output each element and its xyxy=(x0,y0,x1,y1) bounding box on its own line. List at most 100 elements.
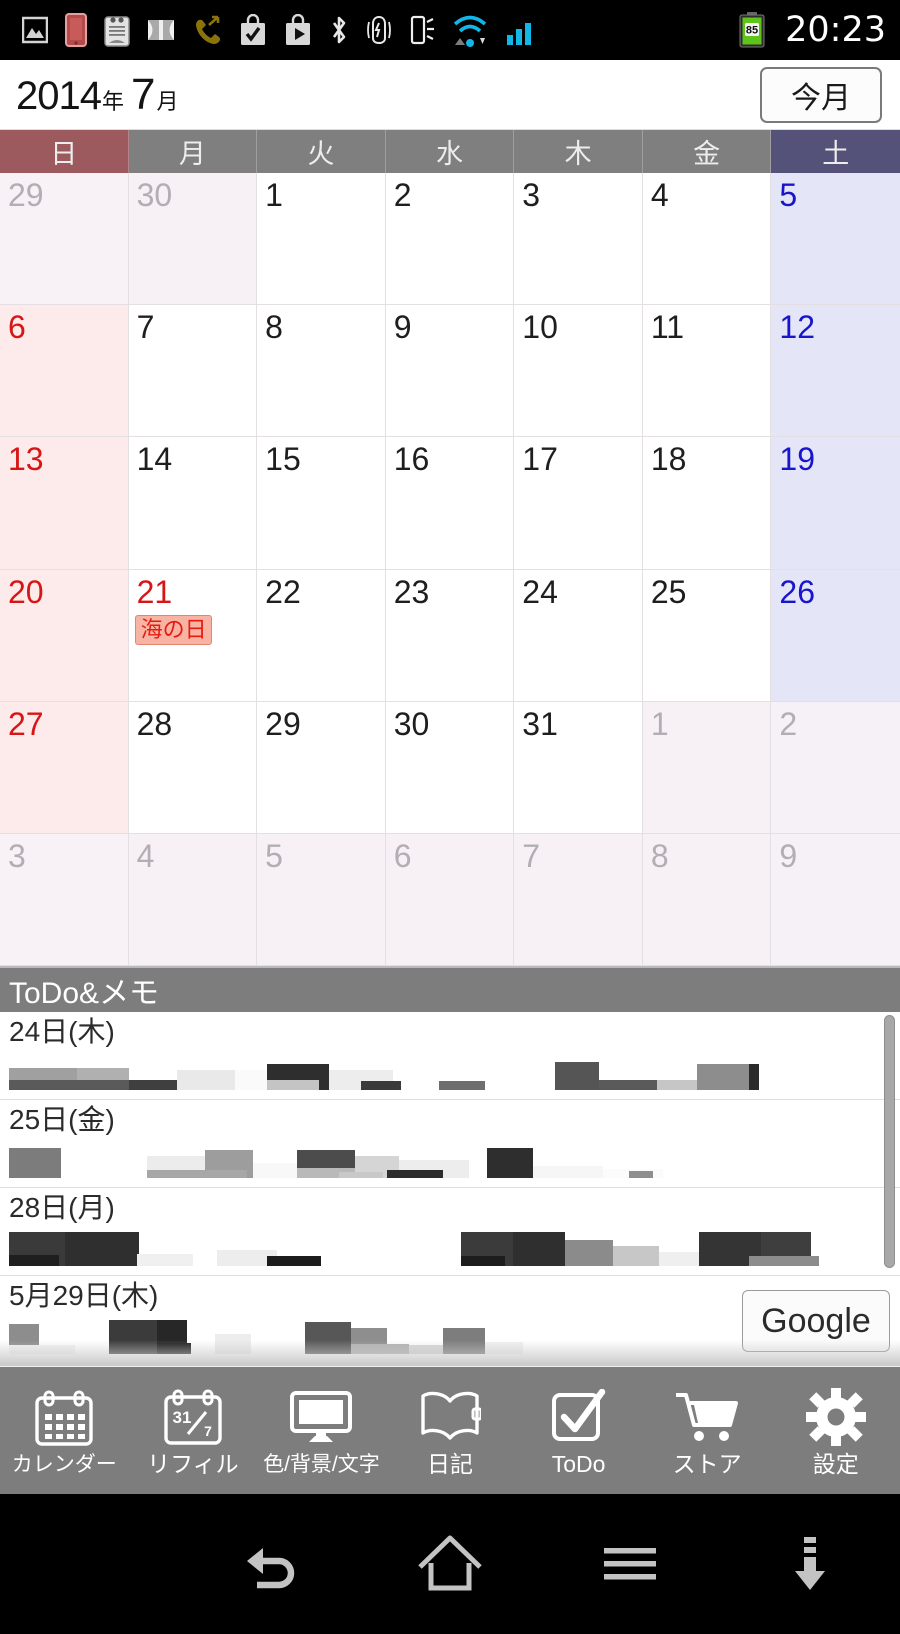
calendar-day-cell[interactable]: 18 xyxy=(642,437,772,570)
day-number: 4 xyxy=(650,177,669,213)
calendar-day-cell[interactable]: 8 xyxy=(257,305,386,438)
calendar-day-cell[interactable]: 28 xyxy=(128,701,258,834)
holiday-badge: 海の日 xyxy=(134,614,212,646)
calendar-day-cell[interactable]: 8 xyxy=(642,833,772,966)
download-arrow-icon xyxy=(795,1537,825,1590)
calendar-day-cell[interactable]: 13 xyxy=(0,437,129,570)
day-number: 2 xyxy=(779,705,798,742)
calendar-day-cell[interactable]: 2 xyxy=(771,701,900,834)
calendar-day-cell[interactable]: 25 xyxy=(642,569,772,702)
todo-item-redacted-content xyxy=(9,1227,900,1270)
battery-percent-label: 85 xyxy=(746,25,758,37)
calendar-day-cell[interactable]: 1 xyxy=(257,173,386,306)
calendar-day-cell[interactable]: 17 xyxy=(514,437,643,570)
day-number: 24 xyxy=(522,573,558,610)
calendar-day-cell[interactable]: 30 xyxy=(128,173,258,306)
todo-item-redacted-content xyxy=(9,1139,900,1182)
weekday-header-wd-3: 水 xyxy=(385,130,515,173)
calendar-day-cell[interactable]: 21 海の日 xyxy=(128,569,258,702)
monitor-icon xyxy=(289,1386,353,1450)
redacted-block xyxy=(487,1147,533,1178)
calendar-day-cell[interactable]: 15 xyxy=(257,437,386,570)
svg-text:31: 31 xyxy=(172,1408,191,1427)
weekday-header-wd-5: 金 xyxy=(642,130,772,173)
calendar-day-cell[interactable]: 23 xyxy=(385,569,515,702)
app-toolbar[interactable]: カレンダー 31 7 リフィル 色/背景/文字 日記 ToDo ストア 設定 xyxy=(0,1366,900,1494)
todo-list-item[interactable]: 25日(金) xyxy=(0,1100,900,1188)
redacted-block xyxy=(267,1079,319,1090)
day-number: 27 xyxy=(8,705,44,742)
page-title[interactable]: 2014 年 7 月 xyxy=(16,70,179,120)
calendar-day-cell[interactable]: 1 xyxy=(642,701,772,834)
calendar-day-cell[interactable]: 9 xyxy=(771,833,900,966)
home-icon xyxy=(418,1535,482,1591)
day-number: 30 xyxy=(136,177,173,213)
this-month-button[interactable]: 今月 xyxy=(760,67,882,123)
nav-back-button[interactable] xyxy=(180,1534,360,1594)
day-number: 6 xyxy=(8,309,26,346)
toolbar-item-gear[interactable]: 設定 xyxy=(771,1367,900,1494)
redacted-block xyxy=(461,1255,505,1266)
toolbar-item-label: カレンダー xyxy=(11,1453,117,1476)
panorama-icon xyxy=(148,20,174,40)
calendar-day-cell[interactable]: 27 xyxy=(0,701,129,834)
refill-calendar-icon: 31 7 xyxy=(162,1385,224,1449)
calendar-day-cell[interactable]: 20 xyxy=(0,569,129,702)
toolbar-item-book[interactable]: 日記 xyxy=(386,1367,515,1494)
android-nav-bar[interactable] xyxy=(0,1494,900,1634)
calendar-day-cell[interactable]: 7 xyxy=(128,305,258,438)
calendar-day-cell[interactable]: 3 xyxy=(0,833,129,966)
calendar-day-cell[interactable]: 24 xyxy=(514,569,643,702)
nav-download-button[interactable] xyxy=(720,1536,900,1592)
day-number: 30 xyxy=(393,705,430,742)
calendar-day-cell[interactable]: 19 xyxy=(771,437,900,570)
day-number: 12 xyxy=(779,309,816,346)
status-bar-clock: 20:23 xyxy=(785,10,886,50)
calendar-day-cell[interactable]: 2 xyxy=(385,173,515,306)
redacted-block xyxy=(599,1079,659,1090)
calendar-day-cell[interactable]: 31 xyxy=(514,701,643,834)
calendar-day-cell[interactable]: 30 xyxy=(385,701,515,834)
todo-list-item[interactable]: 24日(木) xyxy=(0,1012,900,1100)
nav-menu-button[interactable] xyxy=(540,1539,720,1589)
day-number: 3 xyxy=(522,177,541,213)
calendar-day-cell[interactable]: 29 xyxy=(257,701,386,834)
calendar-day-cell[interactable]: 9 xyxy=(385,305,515,438)
redacted-block xyxy=(137,1253,193,1266)
todo-scrollbar[interactable] xyxy=(884,1015,895,1268)
calendar-day-cell[interactable]: 4 xyxy=(642,173,772,306)
calendar-day-cell[interactable]: 6 xyxy=(0,305,129,438)
calendar-day-cell[interactable]: 10 xyxy=(514,305,643,438)
calendar-day-cell[interactable]: 5 xyxy=(771,173,900,306)
toolbar-item-refill-calendar[interactable]: 31 7 リフィル xyxy=(129,1367,258,1494)
toolbar-item-label: リフィル xyxy=(147,1451,239,1477)
toolbar-item-label: ストア xyxy=(672,1451,742,1477)
calendar-day-cell[interactable]: 26 xyxy=(771,569,900,702)
calendar-grid[interactable]: 29 30 1 2 3 4 5 6 7 8 9 10 11 12 13 14 15 16 17 18 19 20 21 海の日… xyxy=(0,173,900,968)
day-number: 19 xyxy=(779,441,816,478)
calendar-day-cell[interactable]: 22 xyxy=(257,569,386,702)
toolbar-item-monitor[interactable]: 色/背景/文字 xyxy=(257,1367,386,1494)
day-number: 8 xyxy=(650,837,669,874)
calendar-day-cell[interactable]: 6 xyxy=(385,833,515,966)
todo-list-item[interactable]: 28日(月) xyxy=(0,1188,900,1276)
calendar-day-cell[interactable]: 14 xyxy=(128,437,258,570)
calendar-day-cell[interactable]: 11 xyxy=(642,305,772,438)
calendar-day-cell[interactable]: 5 xyxy=(257,833,386,966)
calendar-day-cell[interactable]: 12 xyxy=(771,305,900,438)
nav-home-button[interactable] xyxy=(360,1533,540,1595)
calendar-day-cell[interactable]: 16 xyxy=(385,437,515,570)
calendar-day-cell[interactable]: 7 xyxy=(514,833,643,966)
toolbar-item-calendar[interactable]: カレンダー xyxy=(0,1367,129,1494)
day-number: 6 xyxy=(393,837,412,874)
day-number: 7 xyxy=(136,309,155,346)
day-number: 15 xyxy=(265,441,301,478)
toolbar-item-cart[interactable]: ストア xyxy=(643,1367,772,1494)
toolbar-item-checkbox[interactable]: ToDo xyxy=(514,1367,643,1494)
day-number: 10 xyxy=(522,309,558,346)
calendar-day-cell[interactable]: 3 xyxy=(514,173,643,306)
calendar-day-cell[interactable]: 29 xyxy=(0,173,129,306)
redacted-block xyxy=(253,1162,297,1178)
calendar-day-cell[interactable]: 4 xyxy=(128,833,258,966)
title-year: 2014 xyxy=(16,73,102,118)
